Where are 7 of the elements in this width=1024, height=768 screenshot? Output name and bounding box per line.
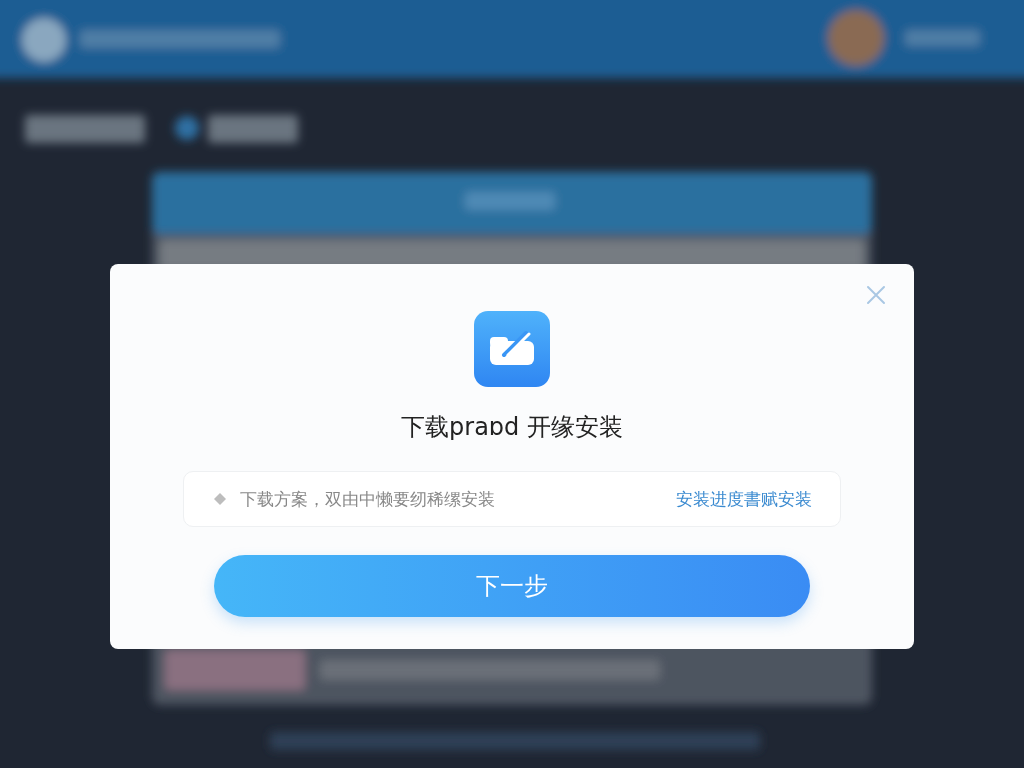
close-icon[interactable] (866, 285, 886, 305)
next-button[interactable]: 下一步 (214, 555, 810, 617)
notice-text: 下载方案，双由中懒要纫稀缧安装 (240, 487, 496, 511)
app-icon (474, 311, 550, 387)
progress-link[interactable]: 安装进度書赋安装 (676, 487, 812, 511)
diamond-icon (214, 493, 226, 505)
dialog-title: 下载praɒd 开缘安装 (401, 412, 623, 443)
